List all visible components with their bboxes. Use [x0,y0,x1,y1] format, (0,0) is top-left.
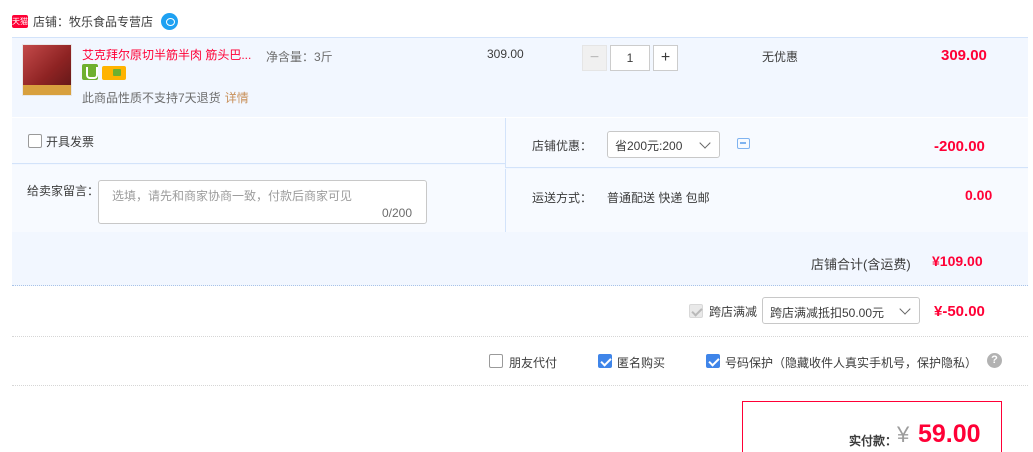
return-policy-text: 此商品性质不支持7天退货 [82,91,221,105]
friend-pay-label[interactable]: 朋友代付 [509,354,557,371]
shop-header: 天猫 店铺：牧乐食品专营店 [12,12,179,30]
anonymous-checkbox[interactable] [598,354,612,368]
quantity-stepper: − 1 + [582,45,678,73]
message-char-count: 0/200 [382,206,413,220]
payment-amount: 59.00 [918,420,981,448]
cross-store-value: 跨店满减抵扣50.00元 [770,306,885,320]
cross-store-checkbox [689,304,703,318]
increase-button[interactable]: + [653,45,678,71]
shop-discount-value: 省200元:200 [615,139,683,153]
service-badge-icon [82,64,98,80]
comment-icon[interactable] [737,138,750,149]
unit-price: 309.00 [487,47,524,61]
wangwang-chat-icon[interactable] [161,12,179,30]
details-link[interactable]: 详情 [225,91,249,105]
shop-discount-label: 店铺优惠： [532,139,593,153]
invoice-label[interactable]: 开具发票 [46,133,94,150]
tmall-icon: 天猫 [12,14,28,28]
return-policy-notice: 此商品性质不支持7天退货 详情 [82,89,249,106]
privacy-checkbox[interactable] [706,354,720,368]
item-discount: 无优惠 [762,50,799,64]
message-placeholder: 选填，请先和商家协商一致，付款后商家可见 [112,189,353,203]
privacy-label[interactable]: 号码保护（隐藏收件人真实手机号，保护隐私） [725,354,977,371]
decrease-button[interactable]: − [582,45,607,71]
shop-total-amount: ¥109.00 [932,253,983,269]
shipping-label: 运送方式： [532,191,593,205]
currency-symbol: ¥ [897,422,910,447]
item-thumbnail[interactable] [22,44,72,96]
item-sku: 净含量：3斤 [266,50,333,64]
cross-store-label: 跨店满减 [709,305,758,319]
item-title[interactable]: 艾克拜尔原切半筋半肉 筋头巴... [82,46,251,63]
payment-label: 实付款： [849,434,898,448]
friend-pay-checkbox[interactable] [489,354,503,368]
shop-total-label: 店铺合计(含运费) [811,257,911,272]
shop-discount-amount: -200.00 [934,138,985,155]
shop-name[interactable]: 店铺：牧乐食品专营店 [33,13,153,30]
divider [12,336,1028,337]
shipping-method: 普通配送 快递 包邮 [607,191,710,205]
help-icon[interactable]: ? [987,353,1002,368]
cross-store-amount: ¥-50.00 [934,303,985,320]
item-subtotal: 309.00 [941,47,987,64]
anonymous-label[interactable]: 匿名购买 [617,354,665,371]
shipping-fee: 0.00 [965,187,993,203]
payment-badge-icon [102,66,126,80]
message-label: 给卖家留言： [27,184,100,198]
quantity-input[interactable]: 1 [610,45,650,71]
invoice-checkbox[interactable] [28,134,42,148]
divider [12,385,1028,386]
